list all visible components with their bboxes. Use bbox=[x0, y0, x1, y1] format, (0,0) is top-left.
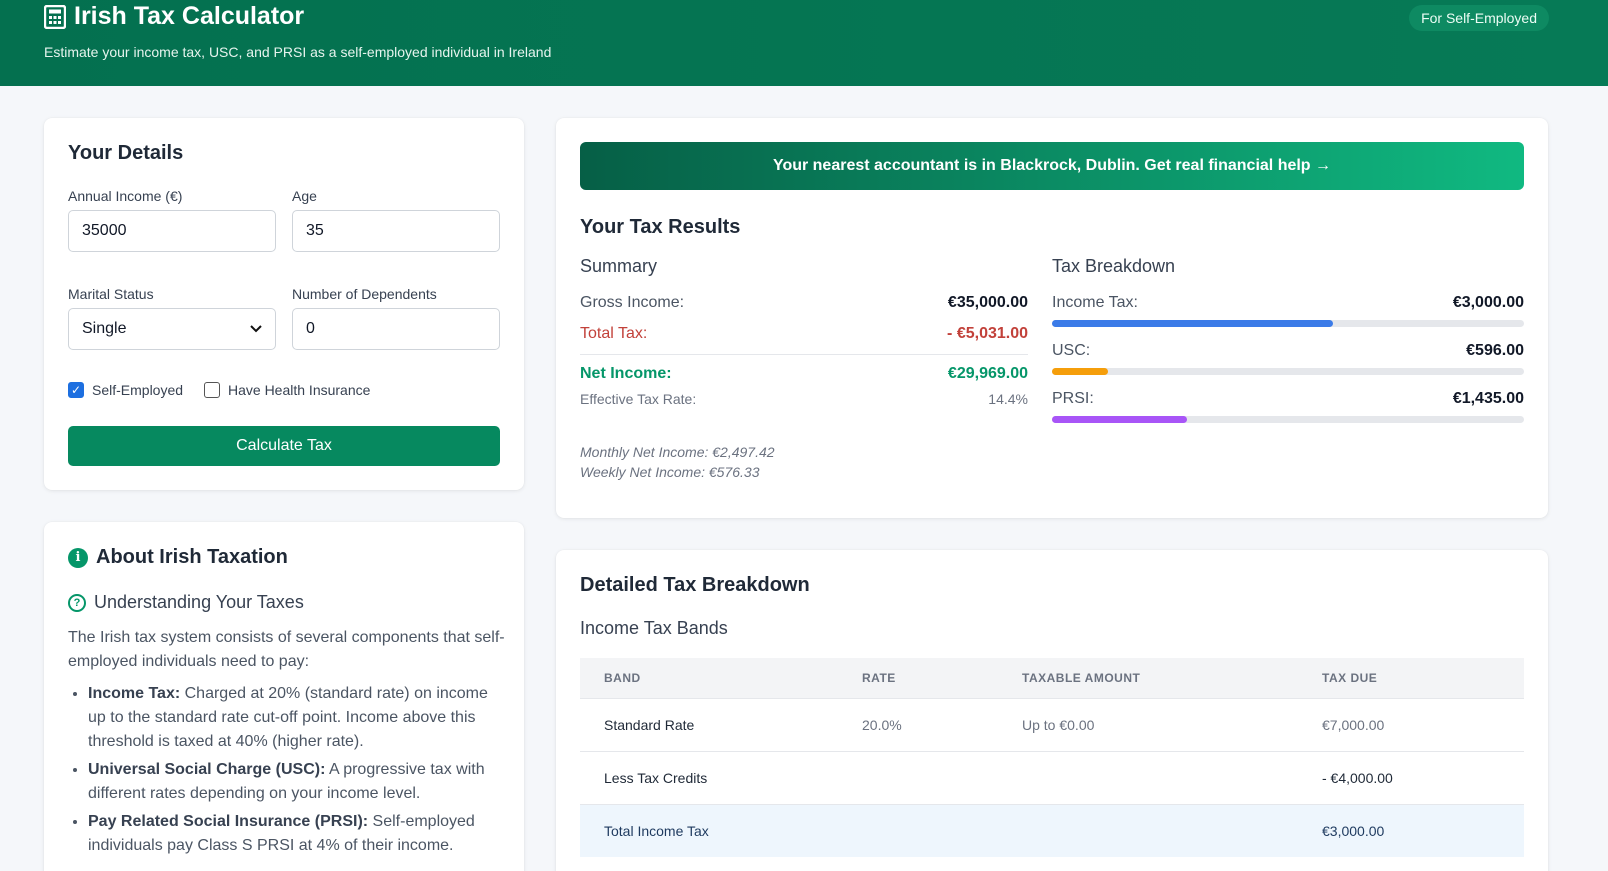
tax-bands-table: BAND RATE TAXABLE AMOUNT TAX DUE Standar… bbox=[580, 658, 1524, 857]
cell bbox=[998, 750, 1298, 804]
results-title: Your Tax Results bbox=[580, 216, 741, 238]
detailed-breakdown-card: Detailed Tax Breakdown Income Tax Bands … bbox=[556, 550, 1548, 871]
list-item: Pay Related Social Insurance (PRSI): Sel… bbox=[88, 810, 508, 858]
marital-select-value: Single bbox=[82, 320, 127, 337]
net-income-label: Net Income: bbox=[580, 365, 672, 382]
self-employed-checkbox-row[interactable]: ✓ Self-Employed bbox=[68, 382, 183, 398]
income-tax-row: Income Tax: €3,000.00 bbox=[1052, 294, 1524, 312]
calculator-icon bbox=[44, 4, 66, 29]
column-header-band: BAND bbox=[580, 658, 838, 698]
self-employed-checkbox[interactable]: ✓ bbox=[68, 382, 84, 398]
summary-divider bbox=[580, 354, 1028, 355]
health-insurance-label: Have Health Insurance bbox=[228, 382, 371, 398]
income-input[interactable]: 35000 bbox=[68, 210, 276, 252]
effective-rate-value: 14.4% bbox=[988, 391, 1028, 407]
about-title: i About Irish Taxation bbox=[68, 546, 288, 569]
column-header-taxable: TAXABLE AMOUNT bbox=[998, 658, 1298, 698]
accountant-banner-link[interactable]: Your nearest accountant is in Blackrock,… bbox=[580, 142, 1524, 190]
cell bbox=[838, 803, 998, 857]
health-insurance-checkbox-row[interactable]: Have Health Insurance bbox=[204, 382, 370, 398]
cell: €7,000.00 bbox=[1298, 697, 1524, 751]
usc-bar-fill bbox=[1052, 368, 1108, 375]
table-row: Standard Rate 20.0% Up to €0.00 €7,000.0… bbox=[580, 697, 1524, 751]
usc-bar bbox=[1052, 368, 1524, 375]
prsi-bar-fill bbox=[1052, 416, 1187, 423]
app-title-text: Irish Tax Calculator bbox=[74, 2, 305, 30]
prsi-value: €1,435.00 bbox=[1452, 390, 1524, 407]
cell: 20.0% bbox=[838, 697, 998, 751]
about-title-text: About Irish Taxation bbox=[96, 546, 288, 568]
summary-title: Summary bbox=[580, 256, 658, 276]
prsi-label: PRSI: bbox=[1052, 390, 1094, 407]
health-insurance-checkbox[interactable] bbox=[204, 382, 220, 398]
details-title: Your Details bbox=[68, 142, 184, 164]
table-header-row: BAND RATE TAXABLE AMOUNT TAX DUE bbox=[580, 658, 1524, 698]
understanding-title: ? Understanding Your Taxes bbox=[68, 592, 304, 613]
app-title: Irish Tax Calculator bbox=[44, 2, 304, 31]
cell: €3,000.00 bbox=[1298, 803, 1524, 857]
info-icon: i bbox=[68, 547, 88, 568]
income-tax-bands-title: Income Tax Bands bbox=[580, 618, 728, 638]
cell bbox=[838, 750, 998, 804]
cell: Standard Rate bbox=[580, 697, 838, 751]
cell: Up to €0.00 bbox=[998, 697, 1298, 751]
list-item-term: Universal Social Charge (USC): bbox=[88, 761, 326, 778]
list-item: Universal Social Charge (USC): A progres… bbox=[88, 758, 508, 806]
total-tax-value: - €5,031.00 bbox=[947, 325, 1028, 342]
effective-rate-row: Effective Tax Rate: 14.4% bbox=[580, 391, 1028, 407]
income-tax-value: €3,000.00 bbox=[1452, 294, 1524, 311]
prsi-bar bbox=[1052, 416, 1524, 423]
gross-income-label: Gross Income: bbox=[580, 294, 685, 311]
age-label: Age bbox=[292, 188, 317, 204]
total-tax-row: Total Tax: - €5,031.00 bbox=[580, 325, 1028, 343]
age-input[interactable]: 35 bbox=[292, 210, 500, 252]
about-card: i About Irish Taxation ? Understanding Y… bbox=[44, 522, 524, 871]
dependents-input[interactable]: 0 bbox=[292, 308, 500, 350]
self-employed-badge: For Self-Employed bbox=[1409, 5, 1549, 31]
self-employed-label: Self-Employed bbox=[92, 382, 184, 398]
breakdown-title: Tax Breakdown bbox=[1052, 256, 1176, 276]
usc-value: €596.00 bbox=[1466, 342, 1524, 359]
details-card: Your Details Annual Income (€) 35000 Age… bbox=[44, 118, 524, 490]
question-circle-icon: ? bbox=[68, 593, 86, 612]
cell: - €4,000.00 bbox=[1298, 750, 1524, 804]
prsi-row: PRSI: €1,435.00 bbox=[1052, 390, 1524, 408]
income-tax-bar bbox=[1052, 320, 1524, 327]
marital-label: Marital Status bbox=[68, 286, 154, 302]
list-item-term: Pay Related Social Insurance (PRSI): bbox=[88, 813, 369, 830]
income-label: Annual Income (€) bbox=[68, 188, 183, 204]
effective-rate-label: Effective Tax Rate: bbox=[580, 391, 697, 407]
chevron-down-icon bbox=[250, 325, 262, 333]
income-tax-label: Income Tax: bbox=[1052, 294, 1138, 311]
app-header: Irish Tax Calculator Estimate your incom… bbox=[0, 0, 1608, 86]
gross-income-row: Gross Income: €35,000.00 bbox=[580, 294, 1028, 312]
total-tax-label: Total Tax: bbox=[580, 325, 648, 342]
understanding-title-text: Understanding Your Taxes bbox=[94, 592, 304, 612]
calculate-tax-button[interactable]: Calculate Tax bbox=[68, 426, 500, 466]
net-income-value: €29,969.00 bbox=[947, 365, 1028, 382]
list-item: Income Tax: Charged at 20% (standard rat… bbox=[88, 682, 508, 754]
cell bbox=[998, 803, 1298, 857]
gross-income-value: €35,000.00 bbox=[947, 294, 1028, 311]
column-header-rate: RATE bbox=[838, 658, 998, 698]
net-income-row: Net Income: €29,969.00 bbox=[580, 365, 1028, 383]
tax-components-list: Income Tax: Charged at 20% (standard rat… bbox=[88, 682, 508, 862]
marital-select[interactable]: Single bbox=[68, 308, 276, 350]
weekly-net-income: Weekly Net Income: €576.33 bbox=[580, 464, 760, 480]
income-tax-bar-fill bbox=[1052, 320, 1334, 327]
detailed-title: Detailed Tax Breakdown bbox=[580, 574, 810, 596]
column-header-tax-due: TAX DUE bbox=[1298, 658, 1524, 698]
list-item-term: Income Tax: bbox=[88, 685, 181, 702]
cell: Total Income Tax bbox=[580, 803, 838, 857]
about-intro: The Irish tax system consists of several… bbox=[68, 629, 505, 670]
results-card: Your nearest accountant is in Blackrock,… bbox=[556, 118, 1548, 518]
cell: Less Tax Credits bbox=[580, 750, 838, 804]
table-row-total: Total Income Tax €3,000.00 bbox=[580, 803, 1524, 857]
app-subtitle: Estimate your income tax, USC, and PRSI … bbox=[44, 44, 552, 60]
monthly-net-income: Monthly Net Income: €2,497.42 bbox=[580, 444, 775, 460]
usc-label: USC: bbox=[1052, 342, 1091, 359]
table-row: Less Tax Credits - €4,000.00 bbox=[580, 750, 1524, 804]
usc-row: USC: €596.00 bbox=[1052, 342, 1524, 360]
dependents-label: Number of Dependents bbox=[292, 286, 437, 302]
